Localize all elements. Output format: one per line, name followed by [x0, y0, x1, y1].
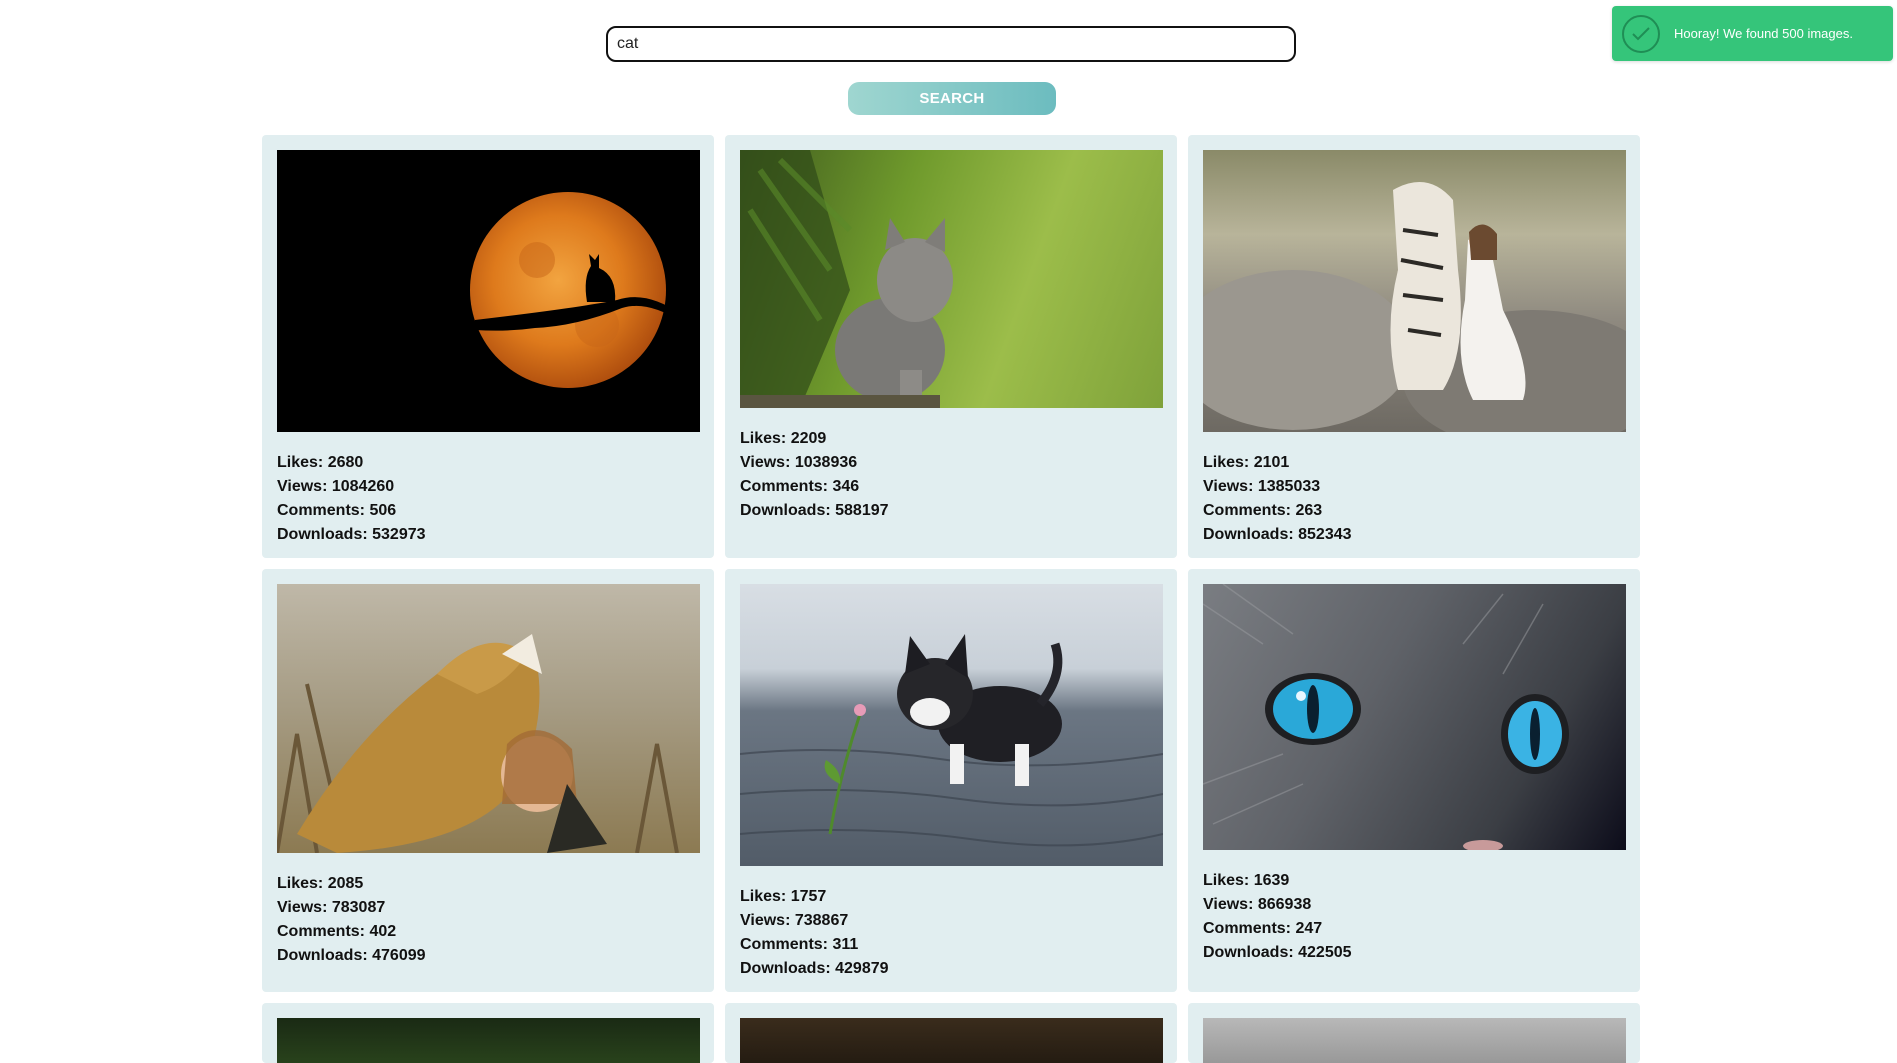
partial-image[interactable] — [1203, 1018, 1626, 1063]
likes-stat: Likes: 2209 — [740, 430, 827, 447]
downloads-stat: Downloads: 429879 — [740, 960, 889, 977]
image-card[interactable]: Likes: 2680 Views: 1084260 Comments: 506… — [262, 135, 714, 558]
image-card[interactable] — [262, 1003, 714, 1063]
image-card[interactable]: Likes: 2209 Views: 1038936 Comments: 346… — [725, 135, 1177, 558]
checkmark-icon — [1622, 14, 1660, 53]
views-stat: Views: 1084260 — [277, 478, 395, 495]
kitten-forest-image[interactable] — [740, 150, 1163, 408]
image-card[interactable]: Likes: 1639 Views: 866938 Comments: 247 … — [1188, 569, 1640, 992]
image-card[interactable] — [725, 1003, 1177, 1063]
views-stat: Views: 866938 — [1203, 896, 1312, 913]
search-input[interactable] — [606, 26, 1296, 62]
lioness-child-image[interactable] — [277, 584, 700, 853]
views-stat: Views: 738867 — [740, 912, 849, 929]
blue-eyed-cat-image[interactable] — [1203, 584, 1626, 850]
tiger-woman-image[interactable] — [1203, 150, 1626, 432]
image-card[interactable]: Likes: 2101 Views: 1385033 Comments: 263… — [1188, 135, 1640, 558]
likes-stat: Likes: 2101 — [1203, 454, 1290, 471]
image-stats: Likes: 2085 Views: 783087 Comments: 402 … — [277, 872, 699, 968]
image-card[interactable] — [1188, 1003, 1640, 1063]
downloads-stat: Downloads: 532973 — [277, 526, 426, 543]
likes-stat: Likes: 1639 — [1203, 872, 1290, 889]
image-stats: Likes: 2101 Views: 1385033 Comments: 263… — [1203, 451, 1625, 547]
image-gallery: Likes: 2680 Views: 1084260 Comments: 506… — [262, 135, 1642, 1063]
likes-stat: Likes: 2085 — [277, 875, 364, 892]
downloads-stat: Downloads: 476099 — [277, 947, 426, 964]
views-stat: Views: 1385033 — [1203, 478, 1321, 495]
image-stats: Likes: 2680 Views: 1084260 Comments: 506… — [277, 451, 699, 547]
comments-stat: Comments: 263 — [1203, 502, 1323, 519]
likes-stat: Likes: 2680 — [277, 454, 364, 471]
comments-stat: Comments: 247 — [1203, 920, 1323, 937]
kitten-flower-image[interactable] — [740, 584, 1163, 866]
comments-stat: Comments: 346 — [740, 478, 860, 495]
views-stat: Views: 783087 — [277, 899, 386, 916]
image-card[interactable]: Likes: 1757 Views: 738867 Comments: 311 … — [725, 569, 1177, 992]
views-stat: Views: 1038936 — [740, 454, 858, 471]
image-stats: Likes: 2209 Views: 1038936 Comments: 346… — [740, 427, 1162, 523]
downloads-stat: Downloads: 422505 — [1203, 944, 1352, 961]
image-stats: Likes: 1639 Views: 866938 Comments: 247 … — [1203, 869, 1625, 965]
image-card[interactable]: Likes: 2085 Views: 783087 Comments: 402 … — [262, 569, 714, 992]
comments-stat: Comments: 311 — [740, 936, 859, 953]
toast-message: Hooray! We found 500 images. — [1674, 26, 1853, 41]
downloads-stat: Downloads: 588197 — [740, 502, 889, 519]
comments-stat: Comments: 506 — [277, 502, 397, 519]
cat-moon-image[interactable] — [277, 150, 700, 432]
image-stats: Likes: 1757 Views: 738867 Comments: 311 … — [740, 885, 1162, 981]
partial-image[interactable] — [277, 1018, 700, 1063]
search-button[interactable]: SEARCH — [848, 82, 1056, 115]
partial-image[interactable] — [740, 1018, 1163, 1063]
likes-stat: Likes: 1757 — [740, 888, 827, 905]
downloads-stat: Downloads: 852343 — [1203, 526, 1352, 543]
comments-stat: Comments: 402 — [277, 923, 397, 940]
success-toast[interactable]: Hooray! We found 500 images. — [1612, 6, 1893, 61]
